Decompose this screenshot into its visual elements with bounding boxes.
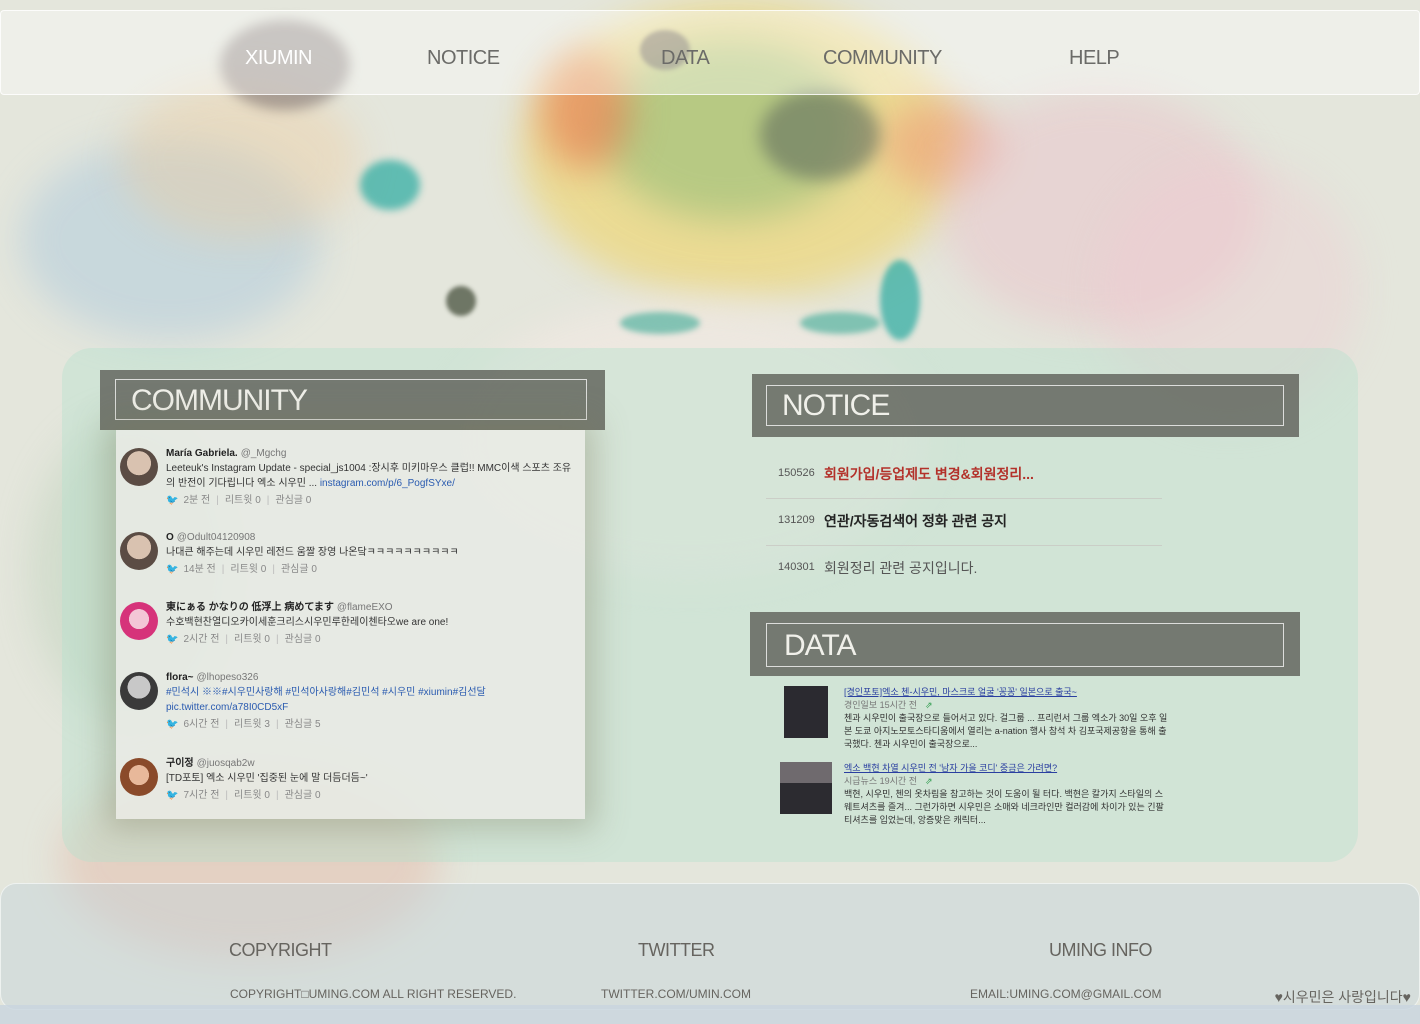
twitter-bird-icon: 🐦 [166,564,179,575]
like-count[interactable]: 관심글 5 [285,719,321,730]
tweet-time[interactable]: 2시간 전 [183,634,219,645]
community-feed: María Gabriela. @_Mgchg Leeteuk's Instagr… [116,430,585,819]
tweet-handle: @flameEXO [336,602,393,613]
bottom-bar [0,1005,1420,1024]
tweet-time[interactable]: 7시간 전 [183,790,219,801]
tweet-author[interactable]: O [166,532,174,543]
tweet-text: 수호백현찬열디오카이세훈크리스시우민루한레이첸타오we are one! [166,617,449,628]
tweet-handle: @lhopeso326 [196,672,259,683]
news-thumbnail[interactable] [784,686,828,738]
news-summary: 백현, 시우민, 첸의 옷차림을 참고하는 것이 도움이 될 터다. 백현은 칼… [844,789,1164,825]
notice-row[interactable]: 131209 연관/자동검색어 정화 관련 공지 [766,499,1162,546]
news-thumbnail[interactable] [780,762,832,814]
nav-notice[interactable]: NOTICE [427,47,500,70]
news-time: 15시간 전 [879,700,917,710]
notice-link[interactable]: 회원가입/등업제도 변경&회원정리... [824,464,1034,484]
twitter-bird-icon: 🐦 [166,790,179,801]
top-navigation: XIUMIN NOTICE DATA COMMUNITY HELP [0,10,1420,95]
data-header: DATA [750,612,1300,676]
twitter-bird-icon: 🐦 [166,634,179,645]
tweet-author[interactable]: María Gabriela. [166,448,238,459]
retweet-count[interactable]: 리트윗 0 [225,495,261,506]
community-title: COMMUNITY [131,384,308,417]
retweet-count[interactable]: 리트윗 0 [230,564,266,575]
email-link[interactable]: EMAIL:UMING.COM@GMAIL.COM [970,987,1162,1001]
like-count[interactable]: 관심글 0 [285,790,321,801]
tweet-text[interactable]: #민석시 ※※#시우민사랑해 #민석아사랑해#김민석 #시우민 #xiumin#… [166,685,576,715]
community-header: COMMUNITY [100,370,605,430]
like-count[interactable]: 관심글 0 [285,634,321,645]
nav-help[interactable]: HELP [1069,47,1120,70]
tweet-author[interactable]: flora~ [166,672,194,683]
notice-row[interactable]: 150526 회원가입/등업제도 변경&회원정리... [766,452,1162,499]
external-link-icon[interactable]: ⇗ [925,776,933,786]
copyright-heading: COPYRIGHT [229,940,332,960]
notice-date: 150526 [778,467,815,479]
copyright-text: COPYRIGHT□UMING.COM ALL RIGHT RESERVED. [230,987,517,1001]
like-count[interactable]: 관심글 0 [281,564,317,575]
tweet-time[interactable]: 2분 전 [183,495,210,506]
data-title: DATA [784,629,857,662]
tweet-handle: @Odult04120908 [176,532,256,543]
nav-xiumin[interactable]: XIUMIN [245,47,313,70]
tweet-time[interactable]: 14분 전 [183,564,215,575]
retweet-count[interactable]: 리트윗 3 [234,719,270,730]
twitter-bird-icon: 🐦 [166,495,179,506]
tweet-author[interactable]: 구이정 [166,758,194,769]
tweet-link[interactable]: instagram.com/p/6_PogfSYxe/ [320,478,455,489]
avatar[interactable] [120,532,158,570]
news-headline[interactable]: 엑소 백현 차열 시우민 전 '남자 가을 코디' 중금은 가려면? [844,762,1170,775]
notice-link[interactable]: 연관/자동검색어 정화 관련 공지 [824,511,1007,531]
external-link-icon[interactable]: ⇗ [925,700,933,710]
notice-date: 140301 [778,561,815,573]
notice-row[interactable]: 140301 회원정리 관련 공지입니다. [766,546,1162,592]
news-time: 19시간 전 [879,776,917,786]
nav-data[interactable]: DATA [661,47,710,70]
info-heading: UMING INFO [1049,940,1153,960]
news-summary: 첸과 시우민이 출국장으로 들어서고 있다. 걸그룹 ... 프리런서 그룹 엑… [844,713,1168,749]
notice-date: 131209 [778,514,815,526]
tweet-author[interactable]: 東にぁる かなりの 低浮上 病めてます [166,602,334,613]
notice-list: 150526 회원가입/등업제도 변경&회원정리... 131209 연관/자동… [766,452,1162,592]
tweet-handle: @_Mgchg [240,448,287,459]
tagline: ♥시우민은 사랑입니다♥ [1274,989,1411,1005]
tweet-time[interactable]: 6시간 전 [183,719,219,730]
tweet-text: 나대큰 해주는데 시우민 레전드 움짤 장영 나온닼ㅋㅋㅋㅋㅋㅋㅋㅋㅋㅋ [166,547,459,558]
twitter-heading: TWITTER [638,940,715,960]
avatar[interactable] [120,602,158,640]
retweet-count[interactable]: 리트윗 0 [234,634,270,645]
avatar[interactable] [120,672,158,710]
news-source: 경인일보 [844,700,878,710]
nav-community[interactable]: COMMUNITY [823,47,942,70]
notice-title: NOTICE [782,389,890,422]
avatar[interactable] [120,758,158,796]
news-headline[interactable]: [경인포토]엑소 첸-시우민, 마스크로 얼굴 '꽁꽁' 일본으로 출국~ [844,686,1170,699]
twitter-bird-icon: 🐦 [166,719,179,730]
retweet-count[interactable]: 리트윗 0 [234,790,270,801]
twitter-link[interactable]: TWITTER.COM/UMIN.COM [601,987,751,1001]
notice-link[interactable]: 회원정리 관련 공지입니다. [824,558,977,578]
tweet-text: [TD포토] 엑소 시우민 '집중된 눈에 말 더듬더듬~' [166,773,368,784]
like-count[interactable]: 관심글 0 [275,495,311,506]
footer: COPYRIGHT COPYRIGHT□UMING.COM ALL RIGHT … [0,883,1420,1010]
tweet-handle: @juosqab2w [196,758,255,769]
news-source: 시급뉴스 [844,776,878,786]
avatar[interactable] [120,448,158,486]
notice-header: NOTICE [752,374,1299,437]
